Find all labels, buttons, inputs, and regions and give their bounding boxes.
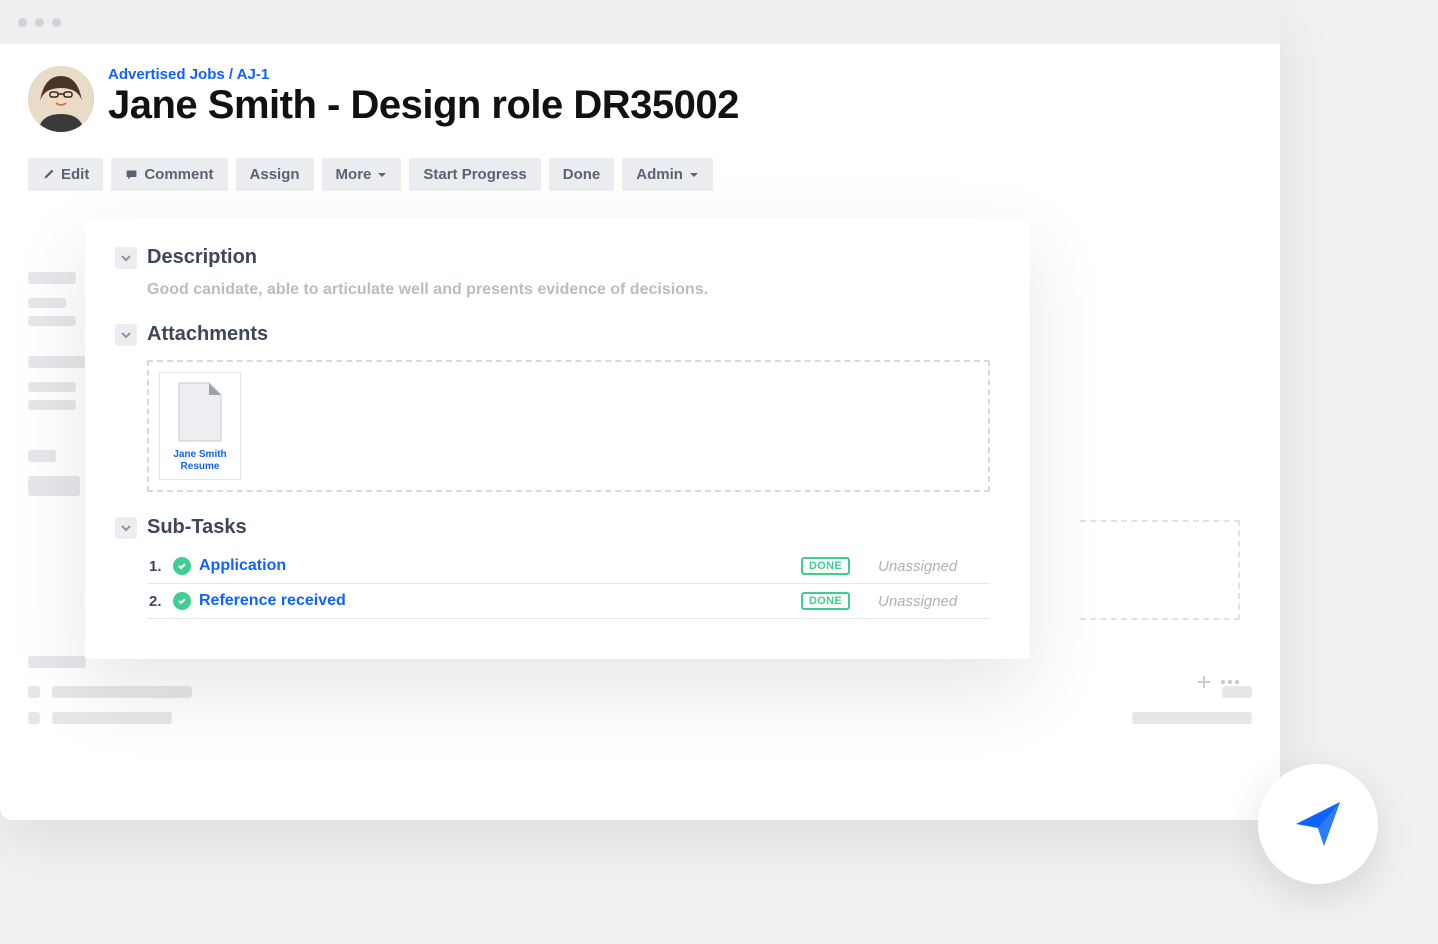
description-heading: Description (147, 246, 257, 269)
assign-button[interactable]: Assign (236, 158, 314, 191)
attachments-dropzone[interactable]: Jane Smith Resume (147, 360, 990, 492)
collapse-subtasks[interactable] (115, 517, 137, 539)
plus-icon (1196, 674, 1212, 690)
collapse-attachments[interactable] (115, 324, 137, 346)
ellipsis-icon (1220, 679, 1240, 685)
more-button[interactable]: More (322, 158, 402, 191)
attachments-section: Attachments Jane Smith Resume (115, 323, 990, 492)
edit-button[interactable]: Edit (28, 158, 103, 191)
subtasks-list: 1. Application DONE Unassigned 2. Refere… (147, 549, 990, 619)
avatar[interactable] (28, 66, 94, 132)
chevron-down-icon (121, 253, 131, 263)
comment-icon (125, 168, 138, 181)
toolbar: Edit Comment Assign More Start Progress … (28, 158, 1252, 191)
collapse-description[interactable] (115, 247, 137, 269)
edit-label: Edit (61, 166, 89, 183)
issue-detail-card: Description Good canidate, able to artic… (85, 218, 1030, 659)
subtask-row[interactable]: 1. Application DONE Unassigned (147, 549, 990, 584)
window-min-dot[interactable] (35, 18, 44, 27)
chevron-down-icon (377, 170, 387, 180)
background-dashed-area (1080, 520, 1240, 620)
attachment-item[interactable]: Jane Smith Resume (159, 372, 241, 480)
description-section: Description Good canidate, able to artic… (115, 246, 990, 299)
chevron-down-icon (689, 170, 699, 180)
status-badge: DONE (801, 592, 850, 610)
start-progress-button[interactable]: Start Progress (409, 158, 540, 191)
content-area: Advertised Jobs / AJ-1 Jane Smith - Desi… (0, 44, 1280, 213)
title-block: Advertised Jobs / AJ-1 Jane Smith - Desi… (108, 66, 739, 127)
page-title: Jane Smith - Design role DR35002 (108, 83, 739, 127)
header: Advertised Jobs / AJ-1 Jane Smith - Desi… (28, 66, 1252, 132)
done-button[interactable]: Done (549, 158, 615, 191)
attachment-name: Jane Smith Resume (164, 449, 236, 473)
subtask-link[interactable]: Application (199, 557, 793, 575)
comment-button[interactable]: Comment (111, 158, 227, 191)
subtask-assignee: Unassigned (878, 593, 988, 610)
more-label: More (336, 166, 372, 183)
check-icon (173, 592, 191, 610)
status-badge: DONE (801, 557, 850, 575)
done-label: Done (563, 166, 601, 183)
window-max-dot[interactable] (52, 18, 61, 27)
breadcrumb[interactable]: Advertised Jobs / AJ-1 (108, 66, 739, 83)
subtask-number: 2. (149, 593, 165, 610)
subtasks-section: Sub-Tasks 1. Application DONE Unassigned… (115, 516, 990, 619)
subtasks-heading: Sub-Tasks (147, 516, 247, 539)
subtask-assignee: Unassigned (878, 558, 988, 575)
background-add-controls (1196, 674, 1240, 690)
window-close-dot[interactable] (18, 18, 27, 27)
fab-button[interactable] (1258, 764, 1378, 884)
check-icon (173, 557, 191, 575)
subtask-row[interactable]: 2. Reference received DONE Unassigned (147, 584, 990, 619)
chevron-down-icon (121, 330, 131, 340)
send-icon (1290, 796, 1346, 852)
subtask-number: 1. (149, 558, 165, 575)
assign-label: Assign (250, 166, 300, 183)
comment-label: Comment (144, 166, 213, 183)
admin-button[interactable]: Admin (622, 158, 713, 191)
description-text: Good canidate, able to articulate well a… (147, 281, 990, 299)
admin-label: Admin (636, 166, 683, 183)
chevron-down-icon (121, 523, 131, 533)
start-label: Start Progress (423, 166, 526, 183)
pencil-icon (42, 168, 55, 181)
subtask-link[interactable]: Reference received (199, 592, 793, 610)
window-chrome (0, 0, 1280, 44)
document-icon (175, 381, 225, 443)
attachments-heading: Attachments (147, 323, 268, 346)
